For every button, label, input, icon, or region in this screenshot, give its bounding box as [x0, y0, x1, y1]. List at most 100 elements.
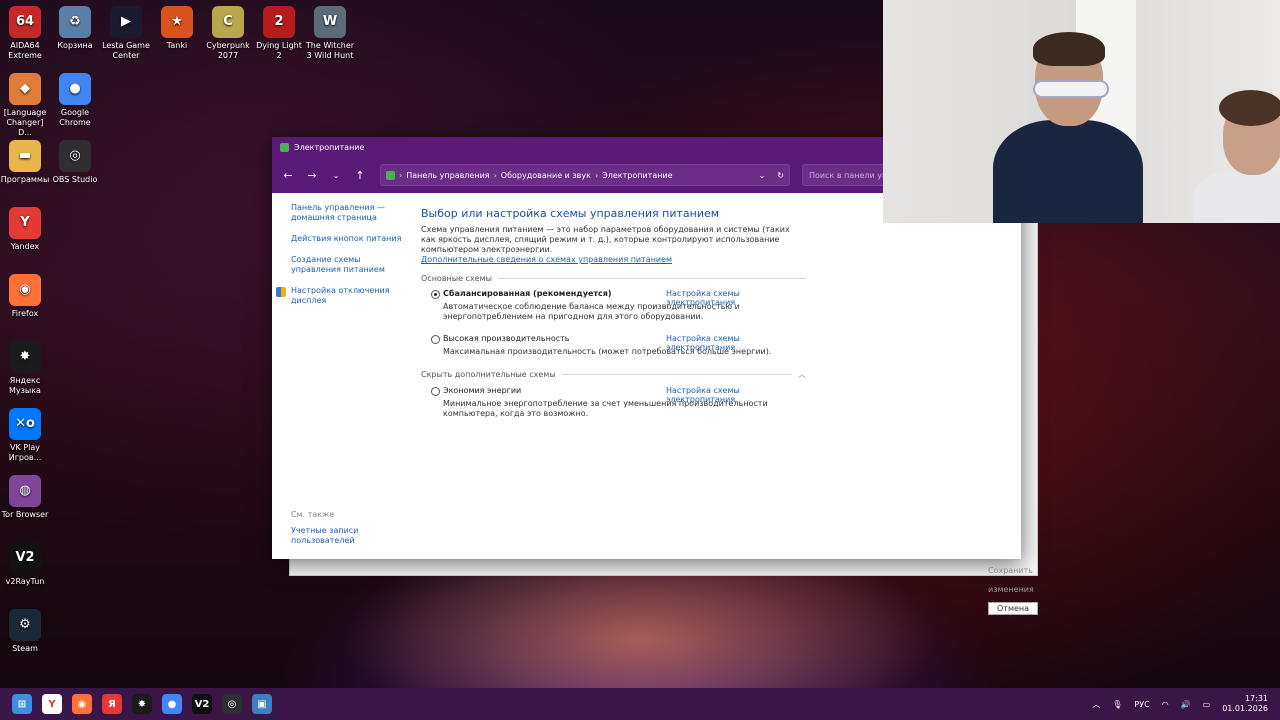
- cancel-button[interactable]: Отмена: [988, 602, 1039, 615]
- breadcrumb-separator-icon[interactable]: ›: [595, 171, 598, 180]
- desktop-icon[interactable]: ◉ Firefox: [0, 274, 50, 319]
- back-arrow-icon[interactable]: ←: [278, 165, 298, 185]
- breadcrumb-control-panel[interactable]: Панель управления: [406, 171, 489, 180]
- language-indicator[interactable]: РУС: [1134, 700, 1149, 709]
- sidebar-home-link[interactable]: Панель управления — домашняя страница: [291, 203, 411, 223]
- desktop-icon[interactable]: ◆ [Language Changer] D...: [0, 73, 50, 138]
- divider: [561, 374, 792, 375]
- main-panel: Выбор или настройка схемы управления пит…: [421, 207, 806, 431]
- clock-date: 01.01.2026: [1222, 704, 1268, 713]
- plan-balanced-settings-link[interactable]: Настройка схемы электропитания: [666, 289, 806, 307]
- refresh-icon[interactable]: ↻: [777, 171, 784, 180]
- page-description: Схема управления питанием — это набор па…: [421, 225, 790, 254]
- microphone-icon[interactable]: 🎙: [1112, 700, 1122, 709]
- see-also-heading: См. также: [291, 510, 335, 519]
- dialog-button-row: Сохранить изменения Отмена: [988, 558, 1050, 615]
- plan-high-performance-settings-link[interactable]: Настройка схемы электропитания: [666, 334, 806, 352]
- plan-power-saver: Экономия энергии Настройка схемы электро…: [421, 386, 806, 419]
- app-icon: ▶: [110, 6, 142, 38]
- sidebar-power-buttons-link[interactable]: Действия кнопок питания: [291, 234, 411, 244]
- save-changes-button[interactable]: Сохранить изменения: [988, 566, 1034, 594]
- desktop-icon[interactable]: 2 Dying Light 2: [254, 6, 304, 61]
- recent-chevron-icon[interactable]: ⌄: [326, 165, 346, 185]
- taskbar-yandex-music-icon[interactable]: ✸: [132, 694, 152, 714]
- desktop-icon-label: Yandex: [10, 242, 40, 251]
- webcam-person-main: [993, 28, 1143, 223]
- desktop-icon-label: Google Chrome: [59, 108, 91, 127]
- control-panel-icon: [280, 142, 289, 152]
- desktop-icon-label: Cyberpunk 2077: [206, 41, 250, 60]
- taskbar-control-panel-icon[interactable]: ▣: [252, 694, 272, 714]
- desktop-icon[interactable]: ★ Tanki: [152, 6, 202, 51]
- taskbar-apps: ⊞ Y ◉ Я ✸ ● V2 ◎ ▣: [12, 694, 272, 714]
- up-arrow-icon[interactable]: ↑: [350, 165, 370, 185]
- desktop-icon[interactable]: ◎ OBS Studio: [50, 140, 100, 185]
- app-icon: ◆: [9, 73, 41, 105]
- desktop-icon[interactable]: Y Yandex: [0, 207, 50, 252]
- plan-high-performance: Высокая производительность Настройка схе…: [421, 334, 806, 357]
- desktop-icon[interactable]: ✸ Яндекс Музыка: [0, 341, 50, 396]
- breadcrumb-separator-icon[interactable]: ›: [399, 171, 402, 180]
- desktop-icon[interactable]: ✕o VK Play Игров...: [0, 408, 50, 463]
- desktop-icon-label: v2RayTun: [5, 577, 45, 586]
- taskbar-start-button-icon[interactable]: ⊞: [12, 694, 32, 714]
- desktop-icon[interactable]: 64 AIDA64 Extreme: [0, 6, 50, 61]
- control-panel-icon: [386, 170, 395, 180]
- app-icon: W: [314, 6, 346, 38]
- plan-power-saver-settings-link[interactable]: Настройка схемы электропитания: [666, 386, 806, 404]
- plan-power-saver-radio[interactable]: [431, 387, 440, 396]
- desktop-icon-label: Tanki: [166, 41, 188, 50]
- desktop-icon-label: AIDA64 Extreme: [8, 41, 42, 60]
- system-tray: ︿ 🎙 РУС ◠ 🔊 ▭ 17:31 01.01.2026: [1092, 688, 1268, 720]
- clock[interactable]: 17:31 01.01.2026: [1222, 694, 1268, 714]
- chevron-down-icon[interactable]: ⌄: [759, 171, 766, 180]
- chevron-up-icon[interactable]: ︿: [798, 369, 806, 380]
- divider: [497, 278, 806, 279]
- desktop-icon[interactable]: ♻ Корзина: [50, 6, 100, 51]
- desktop-icon[interactable]: C Cyberpunk 2077: [203, 6, 253, 61]
- app-icon: ✕o: [9, 408, 41, 440]
- hair: [1219, 90, 1280, 126]
- chevron-up-icon[interactable]: ︿: [1092, 699, 1100, 710]
- desktop-icon[interactable]: ● Google Chrome: [50, 73, 100, 128]
- plan-high-performance-radio[interactable]: [431, 335, 440, 344]
- plan-balanced-radio[interactable]: [431, 290, 440, 299]
- breadcrumb-hardware-sound[interactable]: Оборудование и звук: [501, 171, 591, 180]
- breadcrumb-power-options[interactable]: Электропитание: [602, 171, 672, 180]
- app-icon: ♻: [59, 6, 91, 38]
- taskbar-obs-icon[interactable]: ◎: [222, 694, 242, 714]
- taskbar-chrome-icon[interactable]: ●: [162, 694, 182, 714]
- breadcrumb-separator-icon[interactable]: ›: [494, 171, 497, 180]
- webcam-overlay: [883, 0, 1280, 223]
- taskbar-yandex-browser-icon[interactable]: Y: [42, 694, 62, 714]
- desktop-icon-label: OBS Studio: [52, 175, 98, 184]
- desktop-icon[interactable]: ▬ Программы: [0, 140, 50, 185]
- desktop-icon[interactable]: ◍ Tor Browser: [0, 475, 50, 520]
- hidden-plans-header[interactable]: Скрыть дополнительные схемы ︿: [421, 369, 806, 380]
- app-icon: ★: [161, 6, 193, 38]
- taskbar-yandex-icon[interactable]: Я: [102, 694, 122, 714]
- user-accounts-link[interactable]: Учетные записи пользователей: [291, 526, 361, 546]
- taskbar-v2raytun-icon[interactable]: V2: [192, 694, 212, 714]
- desktop-icon[interactable]: ⚙ Steam: [0, 609, 50, 654]
- sidebar-display-off-link[interactable]: Настройка отключения дисплея: [276, 286, 411, 306]
- volume-icon[interactable]: 🔊: [1181, 700, 1191, 709]
- wifi-icon[interactable]: ◠: [1162, 700, 1169, 709]
- app-icon: ⚙: [9, 609, 41, 641]
- desktop-icon[interactable]: ▶ Lesta Game Center: [101, 6, 151, 61]
- taskbar-firefox-icon[interactable]: ◉: [72, 694, 92, 714]
- app-icon: ●: [59, 73, 91, 105]
- desktop-icon-label: Корзина: [57, 41, 93, 50]
- shield-icon: [276, 287, 286, 297]
- address-bar[interactable]: › Панель управления › Оборудование и зву…: [380, 164, 790, 186]
- basic-plans-header: Основные схемы: [421, 274, 806, 283]
- forward-arrow-icon[interactable]: →: [302, 165, 322, 185]
- page-title: Выбор или настройка схемы управления пит…: [421, 207, 720, 220]
- desktop-icon-label: The Witcher 3 Wild Hunt: [305, 41, 355, 60]
- app-icon: 64: [9, 6, 41, 38]
- desktop-icon[interactable]: V2 v2RayTun: [0, 542, 50, 587]
- desktop-icon[interactable]: W The Witcher 3 Wild Hunt: [305, 6, 355, 61]
- sidebar-create-plan-link[interactable]: Создание схемы управления питанием: [291, 255, 411, 275]
- more-info-link[interactable]: Дополнительные сведения о схемах управле…: [421, 255, 806, 265]
- battery-icon[interactable]: ▭: [1203, 700, 1211, 709]
